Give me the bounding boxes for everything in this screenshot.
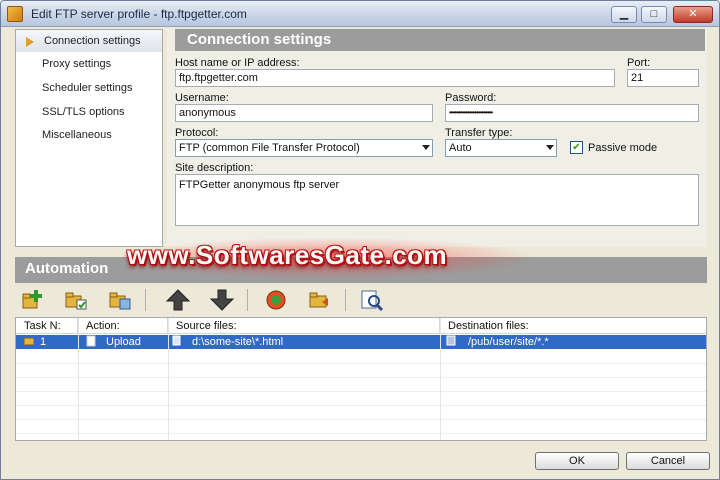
nav-item-ssl-tls-options[interactable]: SSL/TLS options [16,101,162,123]
cell-task-number: 1 [40,336,47,348]
cell-destination-files: /pub/user/site/*.* [468,336,549,348]
move-up-icon[interactable] [165,287,191,313]
toolbar-separator [247,289,248,311]
nav-item-label: Proxy settings [42,58,112,70]
source-file-icon [172,335,182,349]
passive-mode-label: Passive mode [588,142,658,154]
nav-item-label: Miscellaneous [42,129,112,141]
ok-button[interactable]: OK [535,452,619,470]
grid-line [16,419,706,420]
transfer-type-label: Transfer type: [445,127,513,139]
grid-line [16,377,706,378]
task-icon [23,335,35,349]
chevron-down-icon [422,145,430,150]
password-input[interactable]: •••••••••••••••••••••••• [445,104,699,122]
nav-item-label: Scheduler settings [42,82,133,94]
connection-settings-panel: Connection settings Host name or IP addr… [167,29,707,247]
minimize-button[interactable]: ▁ [611,6,637,23]
maximize-button[interactable]: □ [641,6,667,23]
username-label: Username: [175,92,229,104]
column-header-destination[interactable]: Destination files: [440,318,706,334]
column-header-task[interactable]: Task N: [16,318,78,334]
cancel-button[interactable]: Cancel [626,452,710,470]
chevron-down-icon [546,145,554,150]
automation-title: Automation [25,260,109,277]
column-header-action[interactable]: Action: [78,318,168,334]
title-bar[interactable]: Edit FTP server profile - ftp.ftpgetter.… [1,1,719,27]
transfer-type-value: Auto [449,142,472,154]
passive-mode-checkbox[interactable]: ✔ [570,141,583,154]
upload-icon [86,335,96,349]
protocol-select[interactable]: FTP (common File Transfer Protocol) [175,139,433,157]
port-label: Port: [627,57,651,69]
arrow-right-icon [26,37,34,47]
window-title: Edit FTP server profile - ftp.ftpgetter.… [31,7,247,21]
grid-line [16,433,706,434]
cell-action: Upload [106,336,141,348]
site-description-textarea[interactable]: FTPGetter anonymous ftp server [175,174,699,226]
close-button[interactable]: ✕ [673,6,713,23]
port-input[interactable]: 21 [627,69,699,87]
nav-item-connection-settings[interactable]: Connection settings [16,30,162,52]
panel-heading: Connection settings [175,29,705,51]
column-divider [168,318,169,440]
run-task-icon[interactable] [263,287,289,313]
toolbar-separator [145,289,146,311]
add-task-icon[interactable] [19,287,45,313]
transfer-type-select[interactable]: Auto [445,139,557,157]
grid-line [16,405,706,406]
copy-task-icon[interactable] [107,287,133,313]
site-description-label: Site description: [175,162,254,174]
destination-folder-icon [446,335,456,349]
app-icon [7,6,23,22]
nav-item-miscellaneous[interactable]: Miscellaneous [16,124,162,146]
cell-source-files: d:\some-site\*.html [192,336,284,348]
password-label: Password: [445,92,497,104]
nav-item-label: Connection settings [44,35,141,47]
automation-toolbar [15,285,707,317]
protocol-value: FTP (common File Transfer Protocol) [179,142,360,154]
settings-nav: Connection settings Proxy settings Sched… [15,29,163,247]
grid-line [16,391,706,392]
automation-task-table: Task N: Action: Source files: Destinatio… [15,317,707,441]
column-divider [440,318,441,440]
username-input[interactable]: anonymous [175,104,433,122]
edit-task-icon[interactable] [63,287,89,313]
column-divider [78,318,79,440]
host-input[interactable]: ftp.ftpgetter.com [175,69,615,87]
host-label: Host name or IP address: [175,57,300,69]
protocol-label: Protocol: [175,127,219,139]
open-folder-icon[interactable] [307,287,333,313]
search-icon[interactable] [359,287,385,313]
toolbar-separator [345,289,346,311]
ftp-profile-dialog: Edit FTP server profile - ftp.ftpgetter.… [0,0,720,480]
move-down-icon[interactable] [209,287,235,313]
nav-item-scheduler-settings[interactable]: Scheduler settings [16,77,162,99]
watermark: www.SoftwaresGate.com [127,240,448,270]
nav-item-proxy-settings[interactable]: Proxy settings [16,53,162,75]
nav-item-label: SSL/TLS options [42,106,125,118]
column-header-source[interactable]: Source files: [168,318,440,334]
grid-line [16,363,706,364]
